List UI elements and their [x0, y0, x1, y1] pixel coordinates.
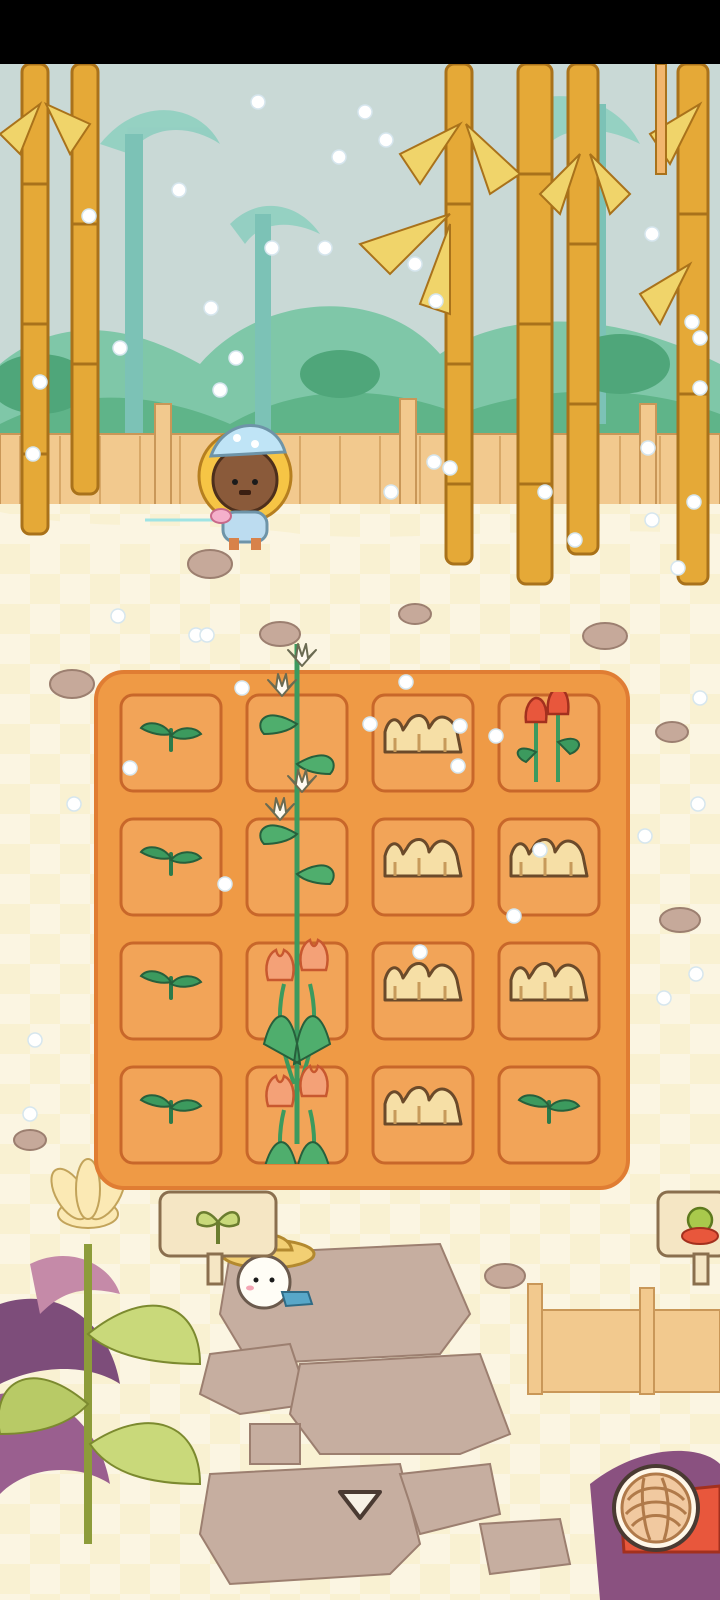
flower-sign-icon[interactable] [676, 1198, 720, 1250]
snow-overlay [22, 94, 708, 1122]
chevron-down-icon[interactable] [334, 1486, 386, 1526]
garden-scene [0, 64, 720, 1600]
seedling-icon[interactable] [192, 1198, 244, 1250]
status-bar [0, 0, 720, 64]
yarn-ball-icon[interactable] [610, 1456, 720, 1556]
